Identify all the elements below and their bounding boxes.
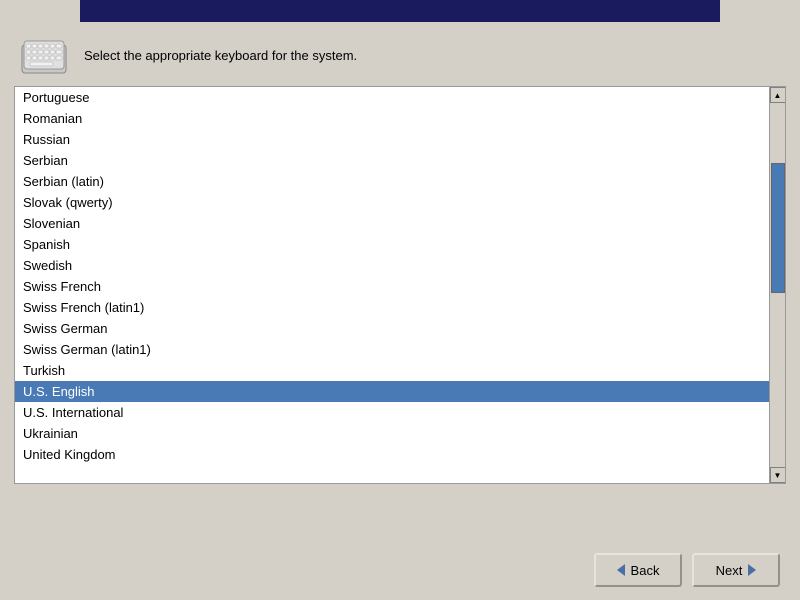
scroll-up-button[interactable]: ▲: [770, 87, 786, 103]
list-item[interactable]: Swiss French (latin1): [15, 297, 769, 318]
list-item[interactable]: Serbian: [15, 150, 769, 171]
top-progress-bar: [80, 0, 720, 22]
list-item[interactable]: Swedish: [15, 255, 769, 276]
list-item[interactable]: Portuguese: [15, 87, 769, 108]
list-item[interactable]: Russian: [15, 129, 769, 150]
list-item[interactable]: Spanish: [15, 234, 769, 255]
scroll-down-button[interactable]: ▼: [770, 467, 786, 483]
list-item[interactable]: Romanian: [15, 108, 769, 129]
header-section: Select the appropriate keyboard for the …: [0, 22, 800, 86]
list-item[interactable]: United Kingdom: [15, 444, 769, 465]
scrollbar-thumb[interactable]: [771, 163, 785, 293]
list-item[interactable]: Serbian (latin): [15, 171, 769, 192]
instruction-text: Select the appropriate keyboard for the …: [84, 47, 357, 65]
list-item[interactable]: U.S. International: [15, 402, 769, 423]
list-item[interactable]: Swiss German: [15, 318, 769, 339]
footer: Back Next: [0, 540, 800, 600]
keyboard-list-container: PortugueseRomanianRussianSerbianSerbian …: [14, 86, 786, 484]
next-button[interactable]: Next: [692, 553, 780, 587]
list-item[interactable]: Swiss French: [15, 276, 769, 297]
next-arrow-icon: [748, 564, 756, 576]
list-item[interactable]: Swiss German (latin1): [15, 339, 769, 360]
back-button[interactable]: Back: [594, 553, 682, 587]
scrollbar-track[interactable]: [770, 103, 785, 467]
keyboard-icon: [20, 36, 68, 76]
keyboard-list[interactable]: PortugueseRomanianRussianSerbianSerbian …: [15, 87, 769, 483]
list-item[interactable]: Slovak (qwerty): [15, 192, 769, 213]
scrollbar[interactable]: ▲ ▼: [769, 87, 785, 483]
list-item[interactable]: Turkish: [15, 360, 769, 381]
next-label: Next: [716, 563, 743, 578]
list-item[interactable]: Slovenian: [15, 213, 769, 234]
back-arrow-icon: [617, 564, 625, 576]
back-label: Back: [631, 563, 660, 578]
list-item[interactable]: U.S. English: [15, 381, 769, 402]
list-item[interactable]: Ukrainian: [15, 423, 769, 444]
